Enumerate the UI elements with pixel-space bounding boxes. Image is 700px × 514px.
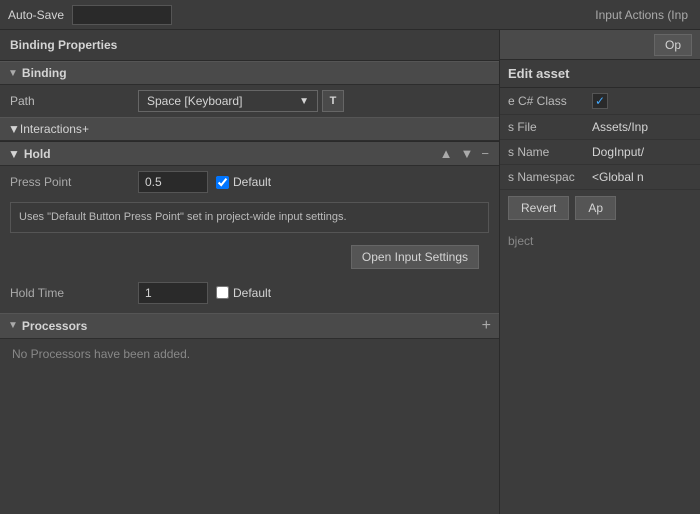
processors-add-button[interactable]: + bbox=[482, 318, 491, 334]
binding-section-header[interactable]: ▼ Binding bbox=[0, 61, 499, 85]
csharp-class-row: e C# Class bbox=[500, 88, 700, 115]
s-file-label: s File bbox=[508, 120, 588, 134]
hold-remove-button[interactable]: − bbox=[479, 146, 491, 161]
csharp-class-label: e C# Class bbox=[508, 94, 588, 108]
s-name-value: DogInput/ bbox=[592, 145, 692, 159]
autosave-label: Auto-Save bbox=[8, 8, 64, 22]
s-file-row: s File Assets/Inp bbox=[500, 115, 700, 140]
processors-section: ▼ Processors + No Processors have been a… bbox=[0, 313, 499, 369]
interactions-add-button[interactable]: + bbox=[82, 122, 89, 136]
hold-time-row: Hold Time Default bbox=[0, 277, 499, 309]
left-panel: Binding Properties ▼ Binding Path Space … bbox=[0, 30, 500, 514]
binding-arrow-icon: ▼ bbox=[8, 68, 18, 79]
op-button[interactable]: Op bbox=[654, 34, 692, 56]
processors-arrow-icon: ▼ bbox=[8, 320, 18, 331]
s-namespace-value: <Global n bbox=[592, 170, 692, 184]
path-row: Path Space [Keyboard] ▼ T bbox=[0, 85, 499, 117]
hold-up-button[interactable]: ▲ bbox=[438, 146, 455, 161]
no-processors-text: No Processors have been added. bbox=[0, 339, 499, 369]
press-point-label: Press Point bbox=[10, 175, 130, 189]
right-panel: Op Edit asset e C# Class s File Assets/I… bbox=[500, 30, 700, 514]
hold-default-checkbox[interactable] bbox=[216, 286, 229, 299]
edit-asset-header: Edit asset bbox=[500, 60, 700, 88]
revert-button[interactable]: Revert bbox=[508, 196, 569, 220]
s-namespace-row: s Namespac <Global n bbox=[500, 165, 700, 190]
action-buttons: Revert Ap bbox=[500, 190, 700, 226]
processors-section-header[interactable]: ▼ Processors + bbox=[0, 313, 499, 339]
press-point-input[interactable] bbox=[138, 171, 208, 193]
path-dropdown[interactable]: Space [Keyboard] ▼ bbox=[138, 90, 318, 112]
t-button[interactable]: T bbox=[322, 90, 344, 112]
s-name-label: s Name bbox=[508, 145, 588, 159]
hold-default-checkbox-label: Default bbox=[216, 286, 271, 300]
csharp-class-checkbox[interactable] bbox=[592, 93, 608, 109]
interactions-section-header[interactable]: ▼ Interactions + bbox=[0, 117, 499, 141]
open-settings-container: Open Input Settings bbox=[0, 237, 499, 277]
s-name-row: s Name DogInput/ bbox=[500, 140, 700, 165]
hold-section: ▼ Hold ▲ ▼ − Press Point Default Use bbox=[0, 141, 499, 309]
dropdown-arrow-icon: ▼ bbox=[299, 96, 309, 107]
right-top-bar: Op bbox=[500, 30, 700, 60]
open-input-settings-button[interactable]: Open Input Settings bbox=[351, 245, 479, 269]
hold-controls: ▲ ▼ − bbox=[438, 146, 491, 161]
hold-down-button[interactable]: ▼ bbox=[459, 146, 476, 161]
main-layout: Binding Properties ▼ Binding Path Space … bbox=[0, 30, 700, 514]
interactions-arrow-icon: ▼ bbox=[8, 122, 20, 136]
path-value-container: Space [Keyboard] ▼ T bbox=[138, 90, 489, 112]
press-point-row: Press Point Default bbox=[0, 166, 499, 198]
search-input[interactable] bbox=[72, 5, 172, 25]
hold-arrow-icon: ▼ bbox=[8, 147, 20, 161]
right-panel-title: Input Actions (Inp bbox=[595, 8, 692, 22]
hold-header: ▼ Hold ▲ ▼ − bbox=[0, 142, 499, 166]
binding-properties-header: Binding Properties bbox=[0, 30, 499, 61]
s-namespace-label: s Namespac bbox=[508, 170, 588, 184]
default-checkbox[interactable] bbox=[216, 176, 229, 189]
path-label: Path bbox=[10, 94, 130, 108]
info-box: Uses "Default Button Press Point" set in… bbox=[10, 202, 489, 233]
top-bar: Auto-Save Input Actions (Inp bbox=[0, 0, 700, 30]
apply-button[interactable]: Ap bbox=[575, 196, 616, 220]
object-label: bject bbox=[500, 226, 700, 256]
s-file-value: Assets/Inp bbox=[592, 120, 692, 134]
hold-time-input[interactable] bbox=[138, 282, 208, 304]
hold-label: Hold bbox=[24, 147, 51, 161]
default-checkbox-label[interactable]: Default bbox=[216, 175, 271, 189]
hold-time-label: Hold Time bbox=[10, 286, 130, 300]
